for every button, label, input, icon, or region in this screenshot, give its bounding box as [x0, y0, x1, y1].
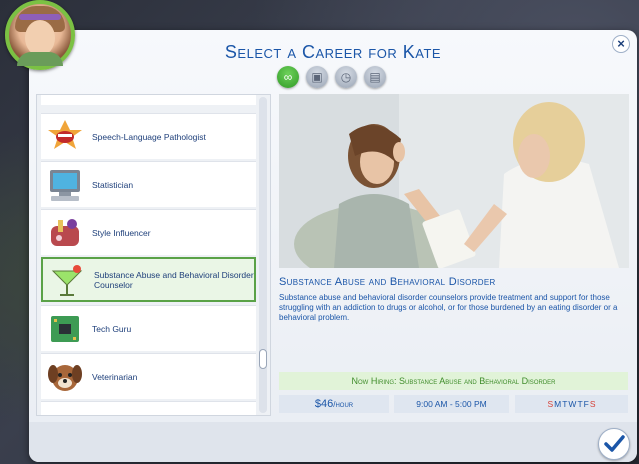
- dog-face-icon: [48, 365, 82, 391]
- career-detail-title: Substance Abuse and Behavioral Disorder: [279, 276, 496, 288]
- career-item-tech-guru[interactable]: Tech Guru: [41, 305, 256, 351]
- circuit-board-icon: [51, 316, 79, 342]
- infinity-icon: ∞: [283, 70, 293, 84]
- speech-mouth-icon: [48, 120, 82, 149]
- close-button[interactable]: ×: [612, 35, 630, 53]
- folder-icon: ▤: [369, 70, 381, 84]
- career-item-substance-abuse-counselor[interactable]: Substance Abuse and Behavioral Disorder …: [41, 257, 256, 302]
- counselor-photo-image: [279, 94, 629, 268]
- career-item-style-influencer[interactable]: Style Influencer: [41, 209, 256, 255]
- career-list-scrollbar[interactable]: [259, 97, 267, 413]
- avatar-face: [25, 20, 55, 56]
- confirm-button[interactable]: [598, 428, 630, 460]
- briefcase-clock-icon: ▣: [311, 70, 323, 84]
- pay-rate: $46/hour: [279, 395, 389, 413]
- career-list[interactable]: Speech-Language Pathologist Statistician…: [36, 94, 271, 416]
- day-fri: F: [583, 399, 589, 409]
- pay-value: $46: [314, 398, 334, 410]
- makeup-bag-icon: [51, 219, 79, 246]
- avatar-shirt: [17, 52, 63, 66]
- pay-unit: /hour: [333, 400, 354, 409]
- career-item-partial[interactable]: [41, 95, 256, 105]
- work-hours: 9:00 AM - 5:00 PM: [394, 395, 509, 413]
- dialog-footer: [29, 422, 637, 462]
- career-label: Speech-Language Pathologist: [92, 131, 206, 142]
- filter-full-time[interactable]: ▣: [306, 66, 328, 88]
- career-label: Style Influencer: [92, 227, 151, 238]
- filter-all-careers[interactable]: ∞: [277, 66, 299, 88]
- computer-monitor-icon: [50, 170, 80, 201]
- checkmark-icon: [604, 435, 625, 452]
- career-item-speech-language-pathologist[interactable]: Speech-Language Pathologist: [41, 113, 256, 159]
- career-item-partial-bottom[interactable]: [41, 401, 256, 415]
- career-description: Substance abuse and behavioral disorder …: [279, 293, 618, 322]
- career-item-statistician[interactable]: Statistician: [41, 161, 256, 207]
- career-photo: [279, 94, 629, 268]
- career-dialog: Select a Career for Kate × ∞ ▣ ◷ ▤ Speec…: [29, 30, 637, 462]
- clock-icon: ◷: [340, 70, 352, 84]
- sim-avatar[interactable]: [5, 0, 75, 70]
- dialog-title: Select a Career for Kate: [224, 42, 442, 62]
- filter-freelance[interactable]: ▤: [364, 66, 386, 88]
- filter-part-time[interactable]: ◷: [335, 66, 357, 88]
- career-label: Statistician: [92, 179, 134, 190]
- career-label: Veterinarian: [92, 371, 138, 382]
- day-mon: M: [554, 399, 562, 409]
- day-sat: S: [589, 399, 596, 409]
- career-label: Tech Guru: [92, 323, 132, 334]
- scroll-thumb[interactable]: [259, 349, 267, 369]
- close-icon: ×: [617, 36, 625, 51]
- day-thu: T: [577, 399, 583, 409]
- career-item-veterinarian[interactable]: Veterinarian: [41, 353, 256, 399]
- cocktail-glass-icon: [51, 265, 83, 296]
- day-tue: T: [562, 399, 568, 409]
- day-wed: W: [568, 399, 577, 409]
- avatar-headband: [19, 14, 61, 20]
- work-days: SMTWTFS: [515, 395, 628, 413]
- day-sun: S: [547, 399, 554, 409]
- career-label: Substance Abuse and Behavioral Disorder …: [94, 269, 254, 290]
- now-hiring-banner: Now Hiring: Substance Abuse and Behavior…: [279, 372, 628, 390]
